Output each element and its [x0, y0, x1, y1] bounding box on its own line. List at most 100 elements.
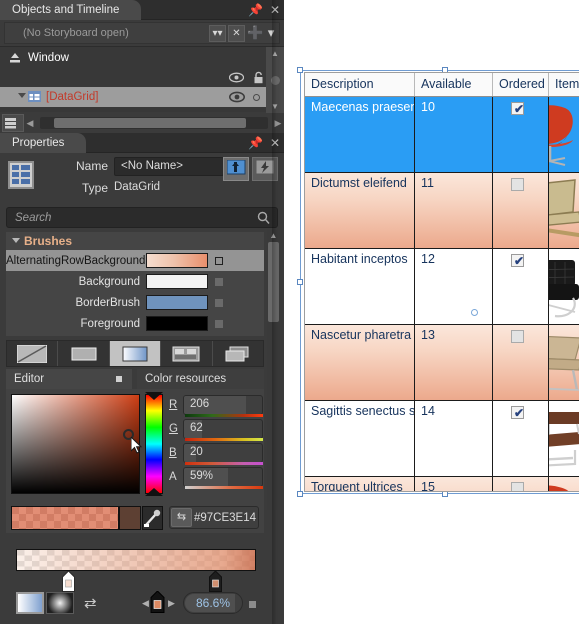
no-brush-icon[interactable]: [7, 341, 59, 366]
ordered-checkbox-checked[interactable]: ✔: [511, 406, 524, 419]
cell-available[interactable]: 11: [415, 173, 493, 248]
brush-row-background[interactable]: Background: [6, 271, 264, 292]
hex-color-field[interactable]: ⇆ #97CE3E14: [169, 506, 259, 529]
resize-handle-w[interactable]: [297, 279, 303, 285]
brushes-header[interactable]: Brushes: [6, 232, 264, 250]
close-x-icon[interactable]: ✕: [228, 24, 245, 42]
arrow-right-icon[interactable]: ▶: [168, 598, 175, 609]
cell-description[interactable]: Torquent ultrices: [305, 477, 415, 491]
channel-input-a[interactable]: 59%: [183, 467, 263, 487]
cell-item[interactable]: [549, 173, 579, 248]
cell-available[interactable]: 12: [415, 249, 493, 324]
cell-available[interactable]: 14: [415, 401, 493, 476]
cell-item[interactable]: [549, 325, 579, 400]
cell-available[interactable]: 15: [415, 477, 493, 491]
triangle-down-icon[interactable]: [18, 93, 26, 98]
brush-swatch-solid[interactable]: [146, 274, 208, 289]
advanced-options-square[interactable]: [215, 298, 223, 307]
cell-ordered[interactable]: [493, 173, 549, 248]
advanced-options-square[interactable]: [215, 319, 223, 328]
cell-item[interactable]: [549, 401, 579, 476]
tree-item-window[interactable]: Window: [0, 47, 266, 69]
eye-icon[interactable]: [229, 91, 245, 103]
brush-row-borderbrush[interactable]: BorderBrush: [6, 292, 264, 313]
close-icon[interactable]: ✕: [270, 137, 280, 149]
cell-available[interactable]: 13: [415, 325, 493, 400]
pin-icon[interactable]: 📌: [248, 137, 263, 149]
brush-resources-icon[interactable]: [213, 341, 263, 366]
resize-handle-nw[interactable]: [297, 67, 303, 73]
tab-properties[interactable]: Properties: [0, 133, 87, 153]
row-resize-dot-icon[interactable]: [471, 309, 478, 316]
cell-ordered[interactable]: [493, 325, 549, 400]
advanced-options-square[interactable]: [215, 277, 223, 286]
solid-color-brush-icon[interactable]: [58, 341, 110, 366]
cell-item[interactable]: [549, 249, 579, 324]
tab-objects-and-timeline[interactable]: Objects and Timeline: [0, 0, 142, 20]
cell-item[interactable]: [549, 97, 579, 172]
tab-color-resources[interactable]: Color resources: [137, 369, 264, 389]
pin-square-icon[interactable]: [116, 376, 122, 382]
gradient-brush-icon[interactable]: [109, 341, 162, 366]
name-input[interactable]: <No Name>: [114, 157, 224, 176]
eyedropper-icon[interactable]: [142, 506, 163, 530]
ordered-checkbox-unchecked[interactable]: [511, 330, 524, 343]
brush-swatch-solid[interactable]: [146, 295, 208, 310]
table-row[interactable]: Dictumst eleifend 11: [305, 173, 579, 249]
brush-swatch-gradient[interactable]: [146, 253, 208, 268]
cell-item[interactable]: [549, 477, 579, 491]
lock-icon[interactable]: [253, 71, 264, 84]
properties-vertical-scrollbar[interactable]: ▲: [267, 230, 280, 510]
datagrid-control[interactable]: Description Available Ordered Item Maece…: [304, 72, 579, 492]
tree-item-datagrid[interactable]: [DataGrid]: [0, 87, 266, 107]
scroll-up-icon[interactable]: ▲: [271, 49, 279, 58]
brush-row-foreground[interactable]: Foreground: [6, 313, 264, 334]
events-mode-icon[interactable]: [252, 157, 278, 181]
show-all-layers-button[interactable]: [2, 114, 24, 132]
lock-toggle-icon[interactable]: [253, 93, 260, 101]
plus-icon[interactable]: ➕: [247, 25, 263, 41]
advanced-options-square[interactable]: [249, 601, 256, 608]
search-icon[interactable]: [257, 211, 270, 224]
ordered-checkbox-unchecked[interactable]: [511, 482, 524, 491]
scroll-thumb[interactable]: [268, 242, 279, 322]
horizontal-scroll-thumb[interactable]: [54, 118, 246, 128]
tree-vertical-scrollbar[interactable]: ▲ ▼: [266, 47, 284, 113]
chevrons-down-icon[interactable]: ▾▾: [209, 24, 226, 42]
gradient-offset-input[interactable]: 86.6%: [183, 592, 243, 614]
cell-description[interactable]: Sagittis senectus s: [305, 401, 415, 476]
cell-ordered[interactable]: ✔: [493, 401, 549, 476]
search-input[interactable]: Search: [6, 207, 278, 228]
channel-input-g[interactable]: 62: [183, 419, 263, 439]
brush-row-alternatingrowbackground[interactable]: AlternatingRowBackground: [6, 250, 264, 271]
current-gradient-stop-handle[interactable]: [150, 590, 165, 616]
cell-ordered[interactable]: ✔: [493, 249, 549, 324]
tile-brush-icon[interactable]: [161, 341, 213, 366]
previous-color-swatch[interactable]: [119, 506, 141, 530]
column-header-ordered[interactable]: Ordered: [493, 73, 549, 96]
table-row[interactable]: Sagittis senectus s 14 ✔: [305, 401, 579, 477]
arrow-left-icon[interactable]: ◀: [142, 598, 149, 609]
scroll-left-icon[interactable]: ◀: [24, 118, 36, 129]
cell-available[interactable]: 10: [415, 97, 493, 172]
table-row[interactable]: Habitant inceptos 12 ✔: [305, 249, 579, 325]
gradient-preview-bar[interactable]: [16, 549, 256, 571]
ordered-checkbox-unchecked[interactable]: [511, 178, 524, 191]
ordered-checkbox-checked[interactable]: ✔: [511, 102, 524, 115]
scroll-right-icon[interactable]: ▶: [272, 118, 284, 129]
saturation-value-picker[interactable]: [11, 394, 140, 494]
scroll-down-icon[interactable]: ▼: [271, 102, 279, 111]
eye-icon[interactable]: [229, 72, 244, 83]
table-row[interactable]: Torquent ultrices 15: [305, 477, 579, 491]
table-row[interactable]: Maecenas praesent 10 ✔: [305, 97, 579, 173]
hue-slider[interactable]: [145, 394, 163, 494]
swap-arrows-icon[interactable]: ⇆: [171, 508, 192, 527]
close-icon[interactable]: ✕: [270, 4, 280, 16]
ordered-checkbox-checked[interactable]: ✔: [511, 254, 524, 267]
cell-description[interactable]: Maecenas praesent: [305, 97, 415, 172]
reverse-gradient-icon[interactable]: ⇄: [84, 594, 97, 612]
cell-ordered[interactable]: ✔: [493, 97, 549, 172]
table-row[interactable]: Nascetur pharetra 13: [305, 325, 579, 401]
channel-input-b[interactable]: 20: [183, 443, 263, 463]
resize-handle-sw[interactable]: [297, 491, 303, 497]
